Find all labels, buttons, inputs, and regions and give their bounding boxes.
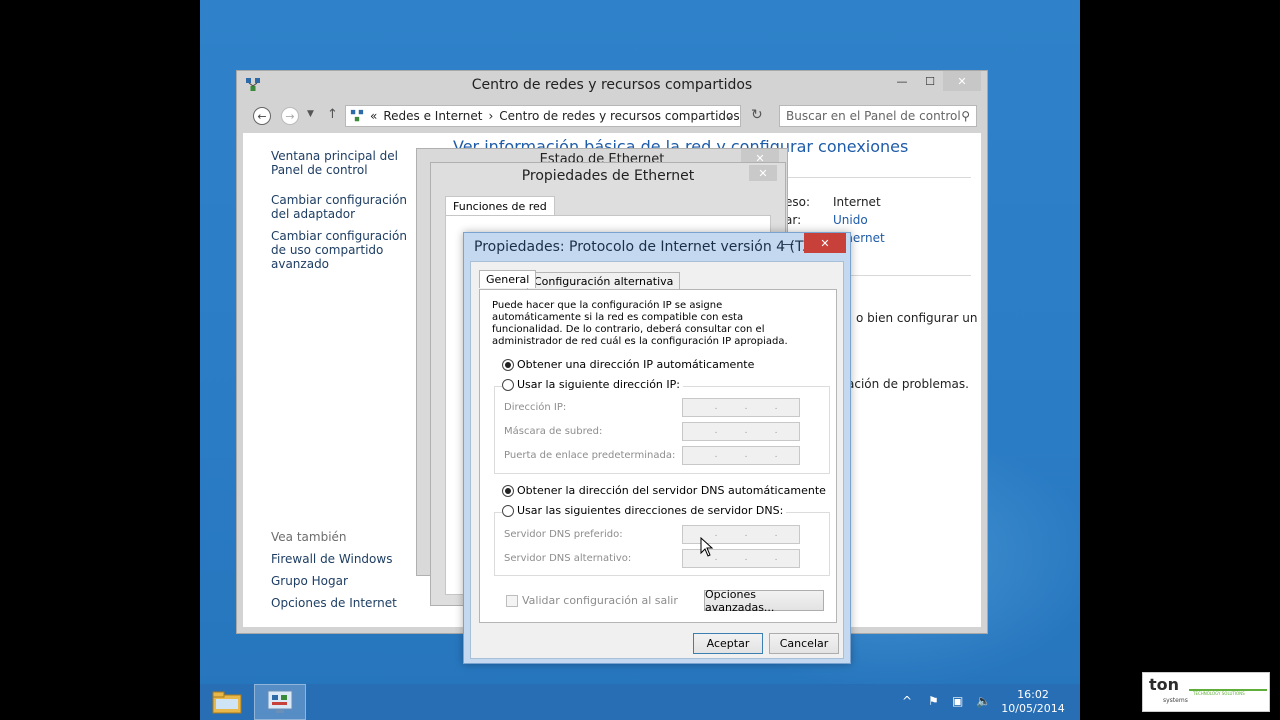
- access-type-label: eso:: [785, 195, 811, 209]
- maximize-button[interactable]: ☐: [917, 71, 943, 91]
- sidebar-adapter-link[interactable]: Cambiar configuración del adaptador: [271, 193, 411, 221]
- forward-arrow-icon[interactable]: →: [281, 107, 299, 125]
- ip-manual-option[interactable]: Usar la siguiente dirección IP:: [502, 378, 683, 391]
- dns-manual-radio[interactable]: [502, 504, 514, 517]
- mouse-cursor-icon: [700, 537, 714, 557]
- dns-auto-option[interactable]: Obtener la dirección del servidor DNS au…: [502, 484, 826, 497]
- watermark-logo: ton TECHNOLOGY SOLUTIONS systems: [1142, 672, 1270, 712]
- refresh-icon[interactable]: ↻: [751, 107, 763, 123]
- up-arrow-icon[interactable]: ↑: [327, 107, 338, 122]
- logo-systems: systems: [1163, 697, 1188, 704]
- network-icon[interactable]: ▣: [952, 694, 963, 708]
- breadcrumb-centro[interactable]: Centro de redes y recursos compartidos: [499, 109, 739, 123]
- close-button[interactable]: ✕: [749, 165, 777, 181]
- breadcrumb-separator[interactable]: ›: [488, 109, 493, 123]
- ip-manual-radio[interactable]: [502, 378, 514, 391]
- dns-manual-option[interactable]: Usar las siguientes direcciones de servi…: [502, 504, 787, 517]
- dns-auto-label: Obtener la dirección del servidor DNS au…: [517, 484, 826, 497]
- file-explorer-taskbar-button[interactable]: [206, 686, 248, 718]
- ipv4-properties-dialog: Propiedades: Protocolo de Internet versi…: [463, 232, 851, 664]
- sidebar-home-link[interactable]: Ventana principal del Panel de control: [271, 149, 421, 177]
- general-tab-panel: Puede hacer que la configuración IP se a…: [479, 289, 837, 623]
- homegroup-link[interactable]: Unido: [833, 213, 868, 227]
- ipv4-dialog-title: Propiedades: Protocolo de Internet versi…: [474, 239, 816, 255]
- ethernet-properties-title: Propiedades de Ethernet: [521, 168, 695, 184]
- search-placeholder: Buscar en el Panel de control: [786, 109, 961, 123]
- network-center-icon: [350, 109, 364, 122]
- ip-auto-radio[interactable]: [502, 358, 514, 371]
- description-text: Puede hacer que la configuración IP se a…: [492, 300, 788, 347]
- dns-auto-radio[interactable]: [502, 484, 514, 497]
- cancel-button[interactable]: Cancelar: [769, 633, 839, 654]
- ip-address-label: Dirección IP:: [504, 402, 567, 413]
- validate-option: Validar configuración al salir: [506, 594, 678, 607]
- subnet-mask-field: ...: [682, 422, 800, 441]
- access-type-value: Internet: [833, 195, 881, 209]
- close-button[interactable]: ✕: [804, 233, 846, 253]
- search-icon[interactable]: ⚲: [961, 109, 970, 123]
- advanced-button[interactable]: Opciones avanzadas...: [704, 588, 824, 614]
- ip-auto-label: Obtener una dirección IP automáticamente: [517, 358, 755, 371]
- control-panel-title: Centro de redes y recursos compartidos: [471, 77, 753, 93]
- ok-button[interactable]: Aceptar: [693, 633, 763, 654]
- clock-date: 10/05/2014: [1001, 702, 1065, 715]
- minimize-button[interactable]: —: [782, 237, 794, 251]
- folder-icon: [212, 691, 242, 714]
- breadcrumb-redes[interactable]: Redes e Internet: [383, 109, 482, 123]
- validate-checkbox: [506, 594, 518, 607]
- see-also-heading: Vea también: [271, 530, 347, 544]
- search-input[interactable]: Buscar en el Panel de control ⚲: [779, 105, 977, 127]
- control-panel-icon: [267, 690, 293, 713]
- subnet-label: Máscara de subred:: [504, 426, 603, 437]
- dns-alternate-label: Servidor DNS alternativo:: [504, 553, 632, 564]
- validate-label: Validar configuración al salir: [522, 594, 678, 607]
- logo-mark: ton: [1149, 675, 1180, 694]
- logo-tagline: TECHNOLOGY SOLUTIONS: [1193, 691, 1245, 696]
- close-button[interactable]: ✕: [943, 71, 981, 91]
- control-panel-titlebar[interactable]: Centro de redes y recursos compartidos —…: [237, 71, 987, 99]
- chevron-up-icon[interactable]: ^: [902, 694, 912, 708]
- ip-address-field: ...: [682, 398, 800, 417]
- tab-networking[interactable]: Funciones de red: [445, 196, 555, 216]
- setup-text: o bien configurar un: [856, 311, 978, 325]
- gateway-field: ...: [682, 446, 800, 465]
- flag-icon[interactable]: ⚑: [928, 694, 939, 708]
- sidebar-sharing-link[interactable]: Cambiar configuración de uso compartido …: [271, 229, 421, 271]
- breadcrumb[interactable]: « Redes e Internet › Centro de redes y r…: [345, 105, 741, 127]
- ip-auto-option[interactable]: Obtener una dirección IP automáticamente: [502, 358, 754, 371]
- see-also-homegroup[interactable]: Grupo Hogar: [271, 574, 348, 588]
- recent-pages-chevron-icon[interactable]: ▼: [307, 109, 314, 119]
- tab-alternate-config[interactable]: Configuración alternativa: [527, 272, 681, 290]
- dns-manual-label: Usar las siguientes direcciones de servi…: [517, 504, 784, 517]
- taskbar: ^ ⚑ ▣ 🔈 16:02 10/05/2014: [200, 684, 1080, 720]
- chevron-down-icon[interactable]: ⌄: [724, 108, 734, 122]
- divider: [771, 177, 971, 178]
- volume-icon[interactable]: 🔈: [976, 694, 991, 708]
- clock-time: 16:02: [1017, 688, 1049, 701]
- breadcrumb-prefix[interactable]: «: [370, 109, 377, 123]
- gateway-label: Puerta de enlace predeterminada:: [504, 450, 676, 461]
- ip-manual-label: Usar la siguiente dirección IP:: [517, 378, 680, 391]
- address-bar-row: ← → ▼ ↑ « Redes e Internet › Centro de r…: [243, 101, 983, 131]
- minimize-button[interactable]: —: [889, 71, 915, 91]
- control-panel-taskbar-button[interactable]: [254, 684, 306, 720]
- troubleshoot-text: ación de problemas.: [847, 377, 969, 391]
- see-also-internet-options[interactable]: Opciones de Internet: [271, 596, 397, 610]
- dns-preferred-label: Servidor DNS preferido:: [504, 529, 623, 540]
- clock[interactable]: 16:02 10/05/2014: [1000, 688, 1066, 716]
- tab-general[interactable]: General: [479, 270, 537, 288]
- see-also-firewall[interactable]: Firewall de Windows: [271, 552, 392, 566]
- back-arrow-icon[interactable]: ←: [253, 107, 271, 125]
- ipv4-dialog-body: General Configuración alternativa Puede …: [470, 261, 844, 659]
